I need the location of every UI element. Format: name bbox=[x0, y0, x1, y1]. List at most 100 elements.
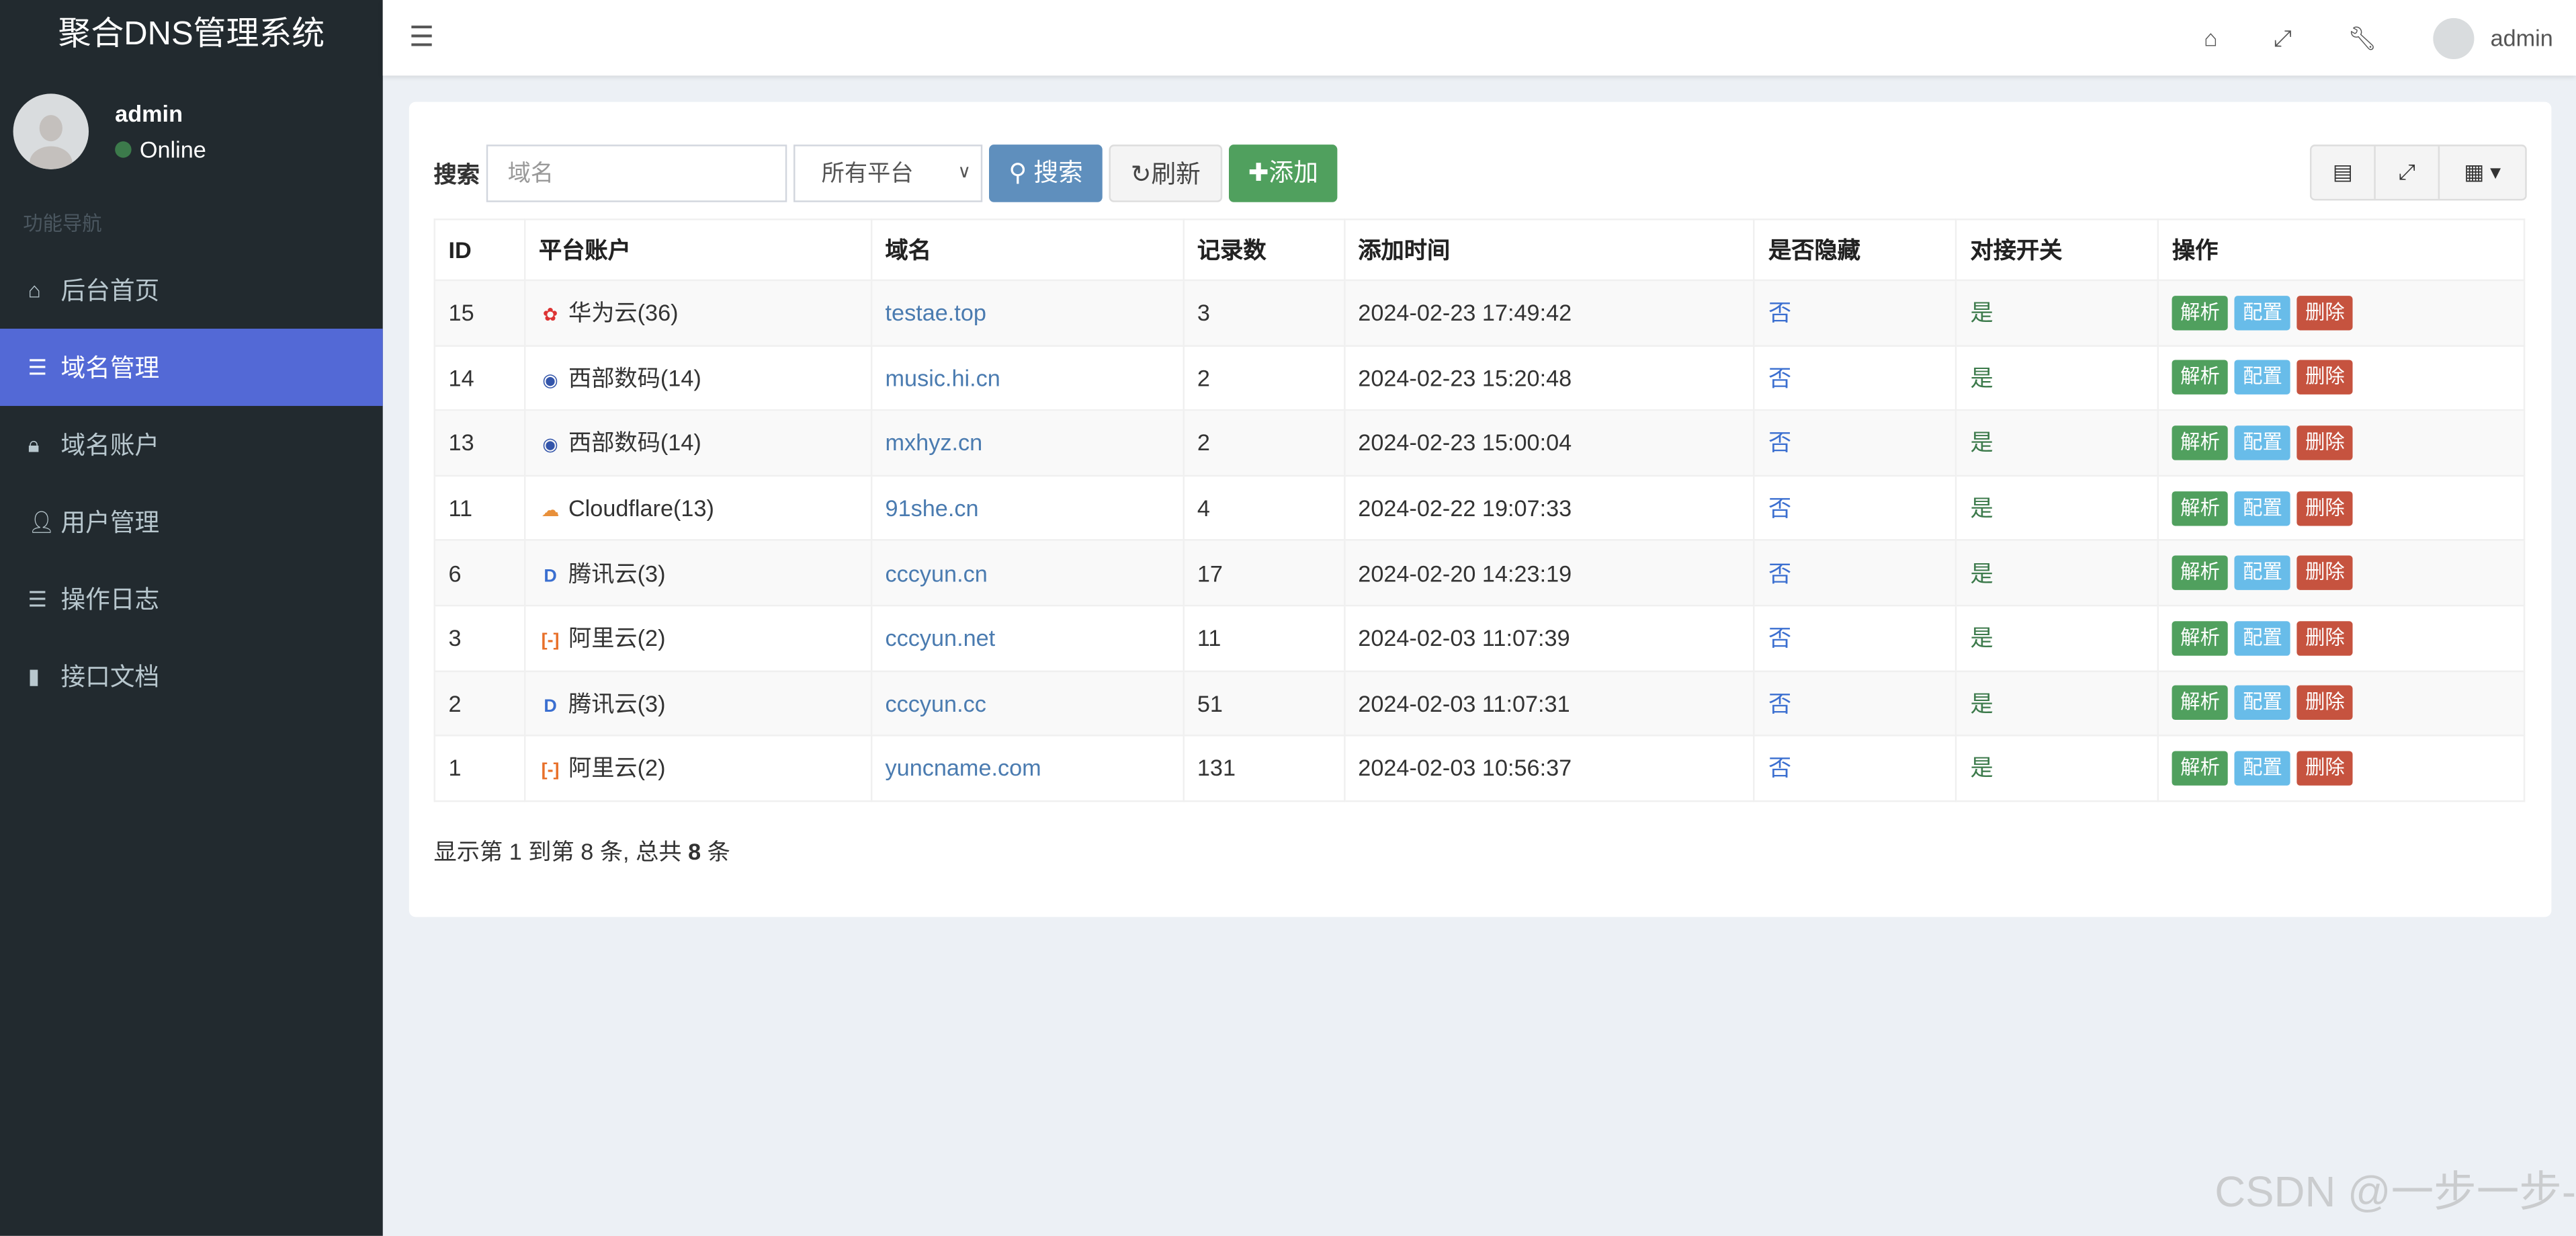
table-row: 3 [-] 阿里云(2) cccyun.net 11 2024-02-03 11:… bbox=[433, 604, 2526, 672]
hidden-toggle[interactable]: 否 bbox=[1768, 690, 1791, 716]
config-button[interactable]: 配置 bbox=[2234, 555, 2291, 591]
column-header[interactable]: 对接开关 bbox=[1955, 218, 2159, 282]
config-button[interactable]: 配置 bbox=[2234, 295, 2291, 330]
book-icon: ▮ bbox=[28, 663, 40, 688]
sidebar-item[interactable]: 🔒︎ 域名账户 bbox=[0, 406, 383, 483]
columns-dropdown-icon[interactable]: ▦ ▾ bbox=[2440, 147, 2525, 199]
list-icon: ☰ bbox=[28, 585, 48, 611]
domain-link[interactable]: music.hi.cn bbox=[886, 365, 1000, 391]
platform-cell: ☁ Cloudflare(13) bbox=[523, 475, 872, 542]
menu-toggle-icon[interactable]: ☰ bbox=[409, 22, 434, 54]
domain-link[interactable]: 91she.cn bbox=[886, 495, 979, 521]
delete-button[interactable]: 删除 bbox=[2296, 295, 2354, 330]
id-cell: 13 bbox=[433, 409, 526, 477]
aliyun-logo-icon: [-] bbox=[541, 631, 560, 651]
enabled-toggle[interactable]: 是 bbox=[1970, 755, 1993, 781]
resolve-button[interactable]: 解析 bbox=[2172, 295, 2229, 330]
sidebar-item[interactable]: ☰ 操作日志 bbox=[0, 561, 383, 638]
id-cell: 3 bbox=[433, 604, 526, 672]
resolve-button[interactable]: 解析 bbox=[2172, 425, 2229, 460]
records-cell: 2 bbox=[1182, 344, 1345, 411]
huawei-logo-icon: ✿ bbox=[542, 306, 558, 326]
search-button[interactable]: ⚲ 搜索 bbox=[989, 145, 1103, 202]
column-header[interactable]: 平台账户 bbox=[523, 218, 872, 282]
delete-button[interactable]: 删除 bbox=[2296, 360, 2354, 395]
resolve-button[interactable]: 解析 bbox=[2172, 555, 2229, 591]
delete-button[interactable]: 删除 bbox=[2296, 751, 2354, 786]
fullscreen-icon[interactable]: ⤢ bbox=[2274, 24, 2292, 52]
user-name: admin bbox=[115, 100, 183, 127]
refresh-icon: ↻ bbox=[1130, 161, 1152, 190]
column-header[interactable]: 记录数 bbox=[1182, 218, 1345, 282]
sidebar-item[interactable]: ☰ 域名管理 bbox=[0, 329, 383, 406]
config-button[interactable]: 配置 bbox=[2234, 425, 2291, 460]
refresh-button[interactable]: ↻刷新 bbox=[1109, 145, 1222, 202]
wrench-icon[interactable]: 🔧︎ bbox=[2348, 24, 2376, 52]
user-status: Online bbox=[139, 136, 206, 163]
resolve-button[interactable]: 解析 bbox=[2172, 491, 2229, 526]
id-cell: 2 bbox=[433, 669, 526, 737]
enabled-toggle[interactable]: 是 bbox=[1970, 300, 1993, 326]
enabled-toggle[interactable]: 是 bbox=[1970, 560, 1993, 586]
sidebar-item[interactable]: ▮ 接口文档 bbox=[0, 638, 383, 715]
hidden-toggle[interactable]: 否 bbox=[1768, 625, 1791, 651]
domain-link[interactable]: testae.top bbox=[886, 300, 986, 326]
fullscreen-icon[interactable]: ⤢ bbox=[2376, 146, 2440, 199]
hidden-toggle[interactable]: 否 bbox=[1768, 365, 1791, 391]
search-input[interactable]: 域名 bbox=[486, 145, 787, 202]
delete-button[interactable]: 删除 bbox=[2296, 491, 2354, 526]
delete-button[interactable]: 删除 bbox=[2296, 620, 2354, 656]
time-cell: 2024-02-03 10:56:37 bbox=[1343, 735, 1756, 802]
resolve-button[interactable]: 解析 bbox=[2172, 686, 2229, 720]
list-view-icon[interactable]: ▤ bbox=[2311, 146, 2376, 199]
hidden-toggle[interactable]: 否 bbox=[1768, 495, 1791, 521]
enabled-toggle[interactable]: 是 bbox=[1970, 625, 1993, 651]
west-logo-icon: ◉ bbox=[542, 436, 558, 456]
hidden-toggle[interactable]: 否 bbox=[1768, 560, 1791, 586]
platform-select[interactable]: 所有平台 ∨ bbox=[793, 145, 983, 202]
resolve-button[interactable]: 解析 bbox=[2172, 751, 2229, 786]
enabled-toggle[interactable]: 是 bbox=[1970, 429, 1993, 456]
home-icon[interactable]: ⌂ bbox=[2204, 25, 2218, 51]
column-header[interactable]: 操作 bbox=[2157, 218, 2526, 282]
avatar[interactable] bbox=[2432, 17, 2475, 58]
domain-link[interactable]: cccyun.cn bbox=[886, 560, 988, 586]
delete-button[interactable]: 删除 bbox=[2296, 555, 2354, 591]
cloudflare-logo-icon: ☁ bbox=[541, 501, 560, 522]
sidebar-item[interactable]: 👤︎ 用户管理 bbox=[0, 483, 383, 561]
domain-link[interactable]: cccyun.cc bbox=[886, 690, 986, 716]
hidden-toggle[interactable]: 否 bbox=[1768, 429, 1791, 456]
resolve-button[interactable]: 解析 bbox=[2172, 360, 2229, 395]
sidebar-item[interactable]: ⌂ 后台首页 bbox=[0, 251, 383, 329]
domain-link[interactable]: mxhyz.cn bbox=[886, 429, 983, 456]
enabled-toggle[interactable]: 是 bbox=[1970, 365, 1993, 391]
resolve-button[interactable]: 解析 bbox=[2172, 620, 2229, 656]
sidebar: 聚合DNS管理系统 admin Online 功能导航 ⌂ 后台首页 ☰ 域名管理 🔒︎… bbox=[0, 0, 383, 1236]
platform-cell: ◉ 西部数码(14) bbox=[523, 344, 872, 411]
domain-link[interactable]: cccyun.net bbox=[886, 625, 996, 651]
domain-link[interactable]: yuncname.com bbox=[886, 755, 1041, 781]
records-cell: 51 bbox=[1182, 669, 1345, 737]
hidden-toggle[interactable]: 否 bbox=[1768, 755, 1791, 781]
hidden-toggle[interactable]: 否 bbox=[1768, 300, 1791, 326]
dnspod-logo-icon: D bbox=[544, 566, 557, 587]
column-header[interactable]: 是否隐藏 bbox=[1754, 218, 1957, 282]
delete-button[interactable]: 删除 bbox=[2296, 686, 2354, 720]
config-button[interactable]: 配置 bbox=[2234, 620, 2291, 656]
config-button[interactable]: 配置 bbox=[2234, 686, 2291, 720]
time-cell: 2024-02-23 15:00:04 bbox=[1343, 409, 1756, 477]
enabled-toggle[interactable]: 是 bbox=[1970, 690, 1993, 716]
column-header[interactable]: ID bbox=[433, 218, 526, 282]
column-header[interactable]: 添加时间 bbox=[1343, 218, 1756, 282]
column-header[interactable]: 域名 bbox=[870, 218, 1185, 282]
user-menu[interactable]: admin bbox=[2491, 25, 2553, 51]
delete-button[interactable]: 删除 bbox=[2296, 425, 2354, 460]
config-button[interactable]: 配置 bbox=[2234, 360, 2291, 395]
app-title: 聚合DNS管理系统 bbox=[58, 16, 325, 53]
add-button[interactable]: ✚添加 bbox=[1228, 145, 1338, 202]
enabled-toggle[interactable]: 是 bbox=[1970, 495, 1993, 521]
platform-cell: D 腾讯云(3) bbox=[523, 539, 872, 607]
config-button[interactable]: 配置 bbox=[2234, 751, 2291, 786]
table-row: 1 [-] 阿里云(2) yuncname.com 131 2024-02-03 … bbox=[433, 735, 2526, 802]
config-button[interactable]: 配置 bbox=[2234, 491, 2291, 526]
